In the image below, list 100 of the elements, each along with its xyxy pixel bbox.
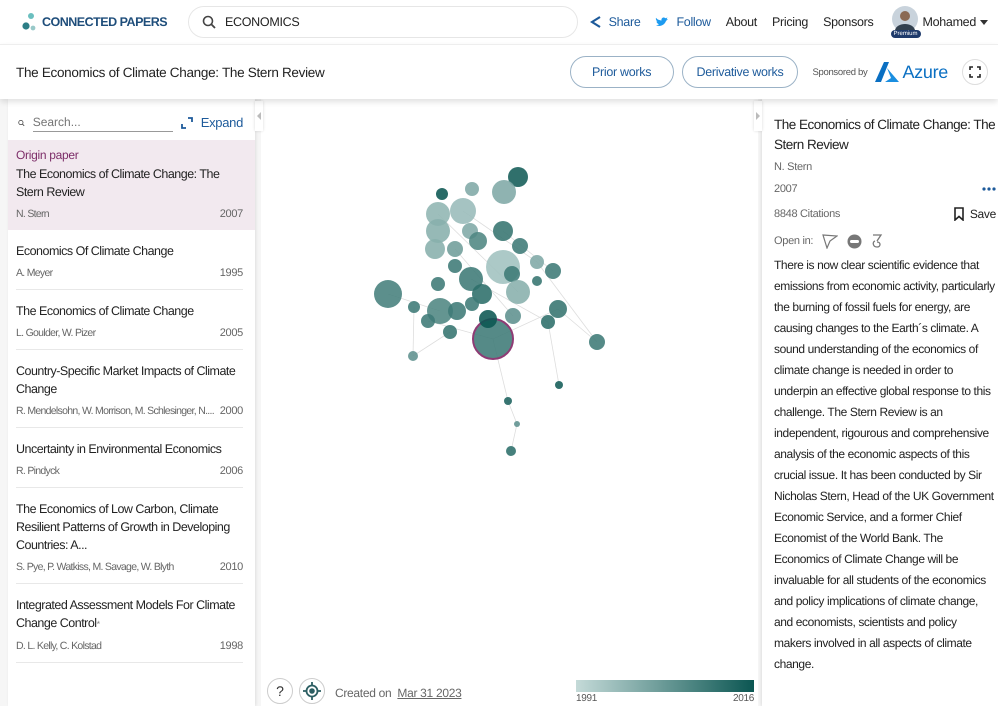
target-icon bbox=[303, 682, 321, 700]
graph-node[interactable] bbox=[555, 381, 563, 389]
graph-button[interactable]: Prior works bbox=[570, 56, 674, 88]
bird-icon bbox=[655, 16, 670, 28]
graph-node[interactable] bbox=[448, 302, 466, 320]
save-button[interactable]: Save bbox=[954, 207, 996, 221]
paper-authors: D. L. Kelly, C. Kolstad bbox=[16, 640, 102, 652]
graph-node[interactable] bbox=[443, 325, 457, 339]
graph-node[interactable] bbox=[506, 446, 516, 456]
graph-node[interactable] bbox=[505, 308, 521, 324]
nav-link[interactable]: Pricing bbox=[772, 15, 808, 29]
graph-node[interactable] bbox=[492, 180, 516, 204]
graph-node[interactable] bbox=[589, 334, 605, 350]
help-button[interactable]: ? bbox=[267, 678, 293, 704]
graph-node[interactable] bbox=[541, 315, 555, 329]
nav-link[interactable]: Share bbox=[590, 15, 640, 29]
paper-list-item[interactable]: Economics Of Climate Change A. Meyer 1995 bbox=[16, 230, 243, 290]
abstract-text: There is now clear scientific evidence that emissions from economic activity, particularly the burning of fossil fuels for energy, are causing changes to the Earth´s climate. A sound understanding of the economics of climate change is needed in order to underpin an effective global response to this challenge. The Stern Review is an independent, rigourous and comprehensive analysis of the economic aspects of this crucial issue. It has been conducted by Sir Nicholas Stern, Head of the UK Government Economic Service, and a former Chief Economist of the World Bank. The Economics of Climate Change will be invaluable for all students of the economics and policy implications of climate change, and economists, scientists and policy makers involved in all aspects of climate change. bbox=[774, 257, 996, 673]
collapse-handle[interactable] bbox=[754, 101, 762, 131]
graph-node[interactable] bbox=[532, 276, 542, 286]
paper-list-item[interactable]: The Economics of Low Carbon, Climate Resilient Patterns of Growth in Developing Countries: A... S. Pye, P. Watkiss, M. Savage, W. Blyth 2010 bbox=[16, 488, 243, 584]
paper-year: 2007 bbox=[220, 208, 243, 220]
asterisk-mark: * bbox=[96, 619, 100, 629]
nav-link[interactable]: Sponsors bbox=[823, 15, 874, 29]
graph-node[interactable] bbox=[436, 188, 448, 200]
logo-icon bbox=[22, 12, 36, 32]
scholar-icon[interactable] bbox=[871, 233, 884, 249]
graph-node[interactable] bbox=[472, 284, 492, 304]
paper-list-item[interactable]: Integrated Assessment Models For Climate Change Control* D. L. Kelly, C. Kolstad 1998 bbox=[16, 584, 243, 663]
paper-year: 1995 bbox=[220, 267, 243, 279]
paper-authors: N. Stern bbox=[16, 208, 49, 220]
azure-logo-icon bbox=[875, 62, 900, 82]
search-icon bbox=[202, 15, 216, 29]
fullscreen-icon[interactable] bbox=[962, 59, 988, 85]
caret-icon bbox=[980, 20, 988, 24]
paper-list-item[interactable]: Country-Specific Market Impacts of Climate Change R. Mendelsohn, W. Morrison, M. Schlesinger, N.... 2000 bbox=[16, 350, 243, 428]
user-menu[interactable]: Mohamed bbox=[922, 15, 988, 29]
graph-node[interactable] bbox=[493, 221, 513, 241]
expand-button[interactable]: Expand bbox=[180, 115, 243, 130]
graph-node[interactable] bbox=[472, 318, 514, 360]
open-in-label: Open in: bbox=[774, 235, 814, 247]
graph-node[interactable] bbox=[545, 263, 561, 279]
nav-link[interactable]: Follow bbox=[655, 15, 711, 29]
paper-year: 2010 bbox=[220, 561, 243, 573]
paper-authors: A. Meyer bbox=[16, 267, 52, 279]
graph-node[interactable] bbox=[506, 280, 530, 304]
logo-text[interactable]: CONNECTED PAPERS bbox=[42, 15, 168, 29]
paper-list-item[interactable]: The Economics of Climate Change L. Goulder, W. Pizer 2005 bbox=[16, 290, 243, 350]
circle-icon[interactable] bbox=[847, 234, 862, 248]
graph-node[interactable] bbox=[469, 232, 487, 250]
paper-list-item[interactable]: Origin paper The Economics of Climate Change: The Stern Review N. Stern 2007 bbox=[8, 140, 255, 230]
graph-node[interactable] bbox=[425, 239, 445, 259]
legend-end-year: 2016 bbox=[732, 693, 754, 704]
graph-node[interactable] bbox=[448, 259, 462, 273]
share-icon bbox=[590, 15, 602, 29]
paper-title: Integrated Assessment Models For Climate Change Control* bbox=[16, 597, 236, 632]
graph-button[interactable]: Derivative works bbox=[682, 56, 798, 88]
sponsor-name: Azure bbox=[902, 62, 948, 82]
search-field[interactable]: ECONOMICS bbox=[188, 6, 578, 38]
graph-node[interactable] bbox=[465, 182, 479, 196]
paper-title: The Economics of Climate Change: The Stern Review bbox=[16, 64, 324, 80]
graph-node[interactable] bbox=[479, 310, 497, 328]
created-label: Created on bbox=[335, 686, 392, 702]
graph-node[interactable] bbox=[465, 297, 479, 311]
graph-node[interactable] bbox=[504, 266, 520, 282]
graph-node[interactable] bbox=[431, 277, 445, 291]
graph-node[interactable] bbox=[447, 241, 463, 257]
paper-list-item[interactable]: Uncertainty in Environmental Economics R. Pindyck 2006 bbox=[16, 428, 243, 488]
locate-button[interactable] bbox=[299, 678, 325, 704]
nav-link[interactable]: About bbox=[726, 15, 757, 29]
paper-year: 1998 bbox=[220, 640, 243, 652]
collapse-handle[interactable] bbox=[255, 101, 263, 131]
citation-count: 8848 Citations bbox=[774, 208, 840, 220]
graph-node[interactable] bbox=[421, 314, 435, 328]
paper-title: Country-Specific Market Impacts of Climate Change bbox=[16, 363, 236, 398]
paper-year: 2007 bbox=[774, 183, 798, 195]
paper-title: The Economics of Climate Change: The Stern Review bbox=[16, 166, 220, 201]
flag-icon[interactable] bbox=[822, 233, 838, 249]
graph-node[interactable] bbox=[549, 300, 567, 318]
sponsor-label: Sponsored by bbox=[812, 66, 868, 78]
graph-node[interactable] bbox=[512, 238, 528, 254]
graph-node[interactable] bbox=[504, 397, 512, 405]
paper-title: Economics Of Climate Change bbox=[16, 243, 174, 260]
graph-node[interactable] bbox=[408, 351, 418, 361]
graph-node[interactable] bbox=[530, 255, 544, 269]
paper-year: 2006 bbox=[220, 465, 243, 477]
paper-title: Uncertainty in Environmental Economics bbox=[16, 441, 222, 458]
graph-node[interactable] bbox=[426, 219, 450, 243]
graph-node[interactable] bbox=[408, 301, 420, 313]
expand-icon bbox=[180, 116, 193, 128]
graph-node[interactable] bbox=[514, 421, 520, 427]
graph-node[interactable] bbox=[450, 198, 476, 224]
paper-authors: R. Pindyck bbox=[16, 465, 60, 477]
more-icon[interactable] bbox=[982, 187, 996, 191]
graph-node[interactable] bbox=[459, 267, 483, 291]
avatar bbox=[892, 6, 918, 32]
created-date-link[interactable]: Mar 31 2023 bbox=[397, 686, 462, 704]
bookmark-icon bbox=[954, 207, 964, 221]
graph-node[interactable] bbox=[374, 280, 402, 308]
graph-node[interactable] bbox=[508, 167, 528, 187]
